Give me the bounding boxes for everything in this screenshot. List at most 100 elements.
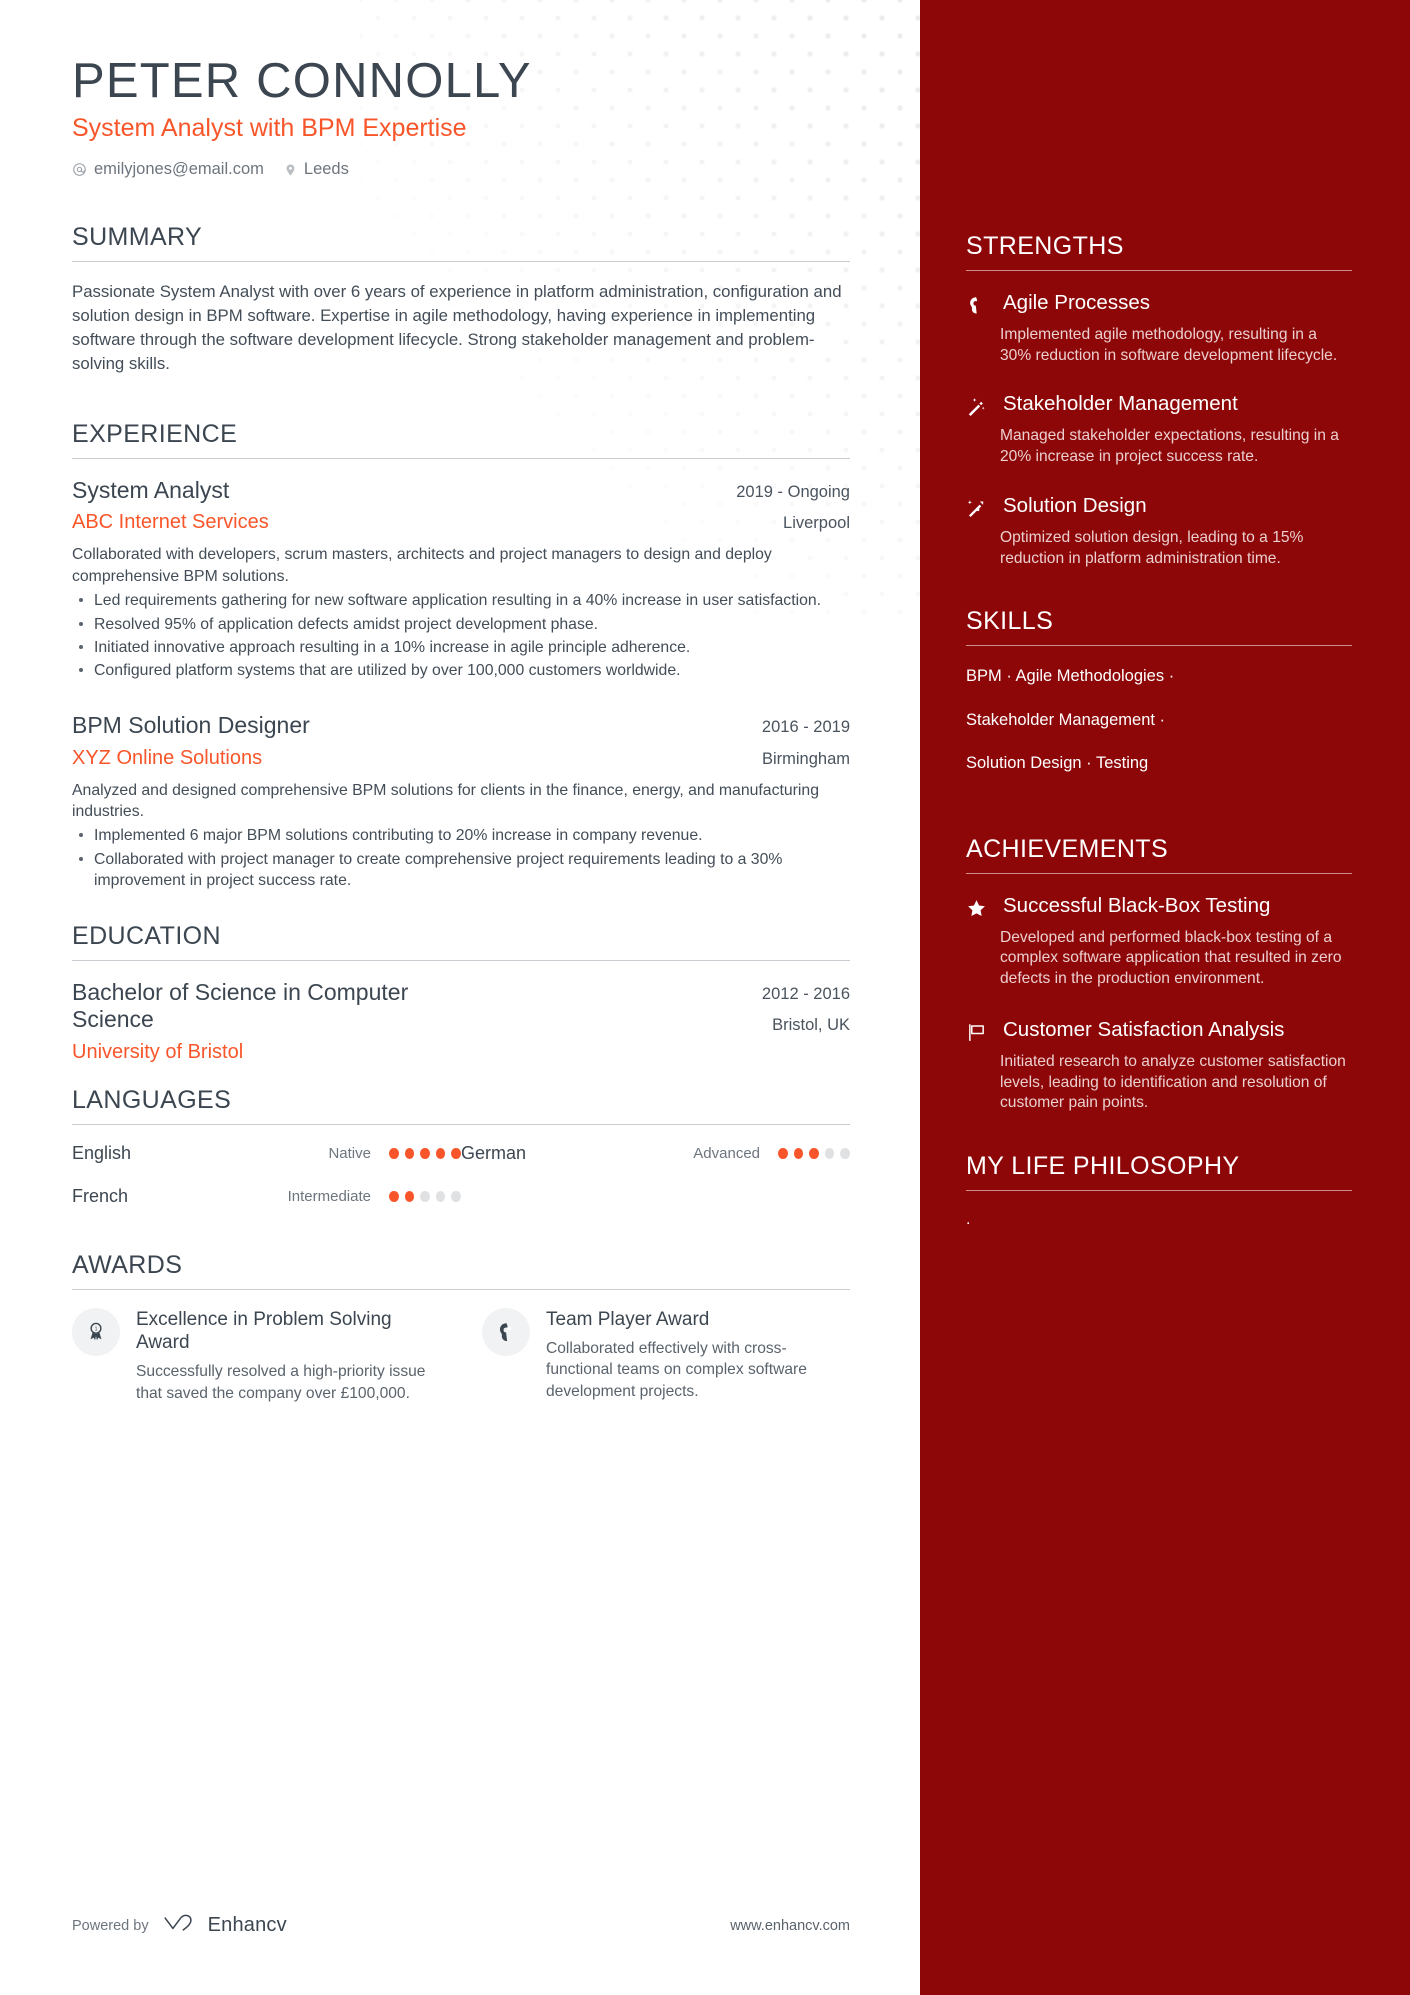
achievement-description: Initiated research to analyze customer s…	[1000, 1052, 1346, 1112]
skills-line: Stakeholder Management ·	[966, 710, 1166, 729]
education-degree: Bachelor of Science in Computer Science	[72, 978, 409, 1033]
philosophy-text: .	[966, 1211, 971, 1229]
page-title: PETER CONNOLLY	[72, 54, 532, 108]
languages-divider	[72, 1124, 850, 1126]
rating-dot	[420, 1191, 430, 1203]
language-level: Intermediate	[287, 1188, 371, 1206]
list-item: Led requirements gathering for new softw…	[79, 590, 850, 611]
list-item: Resolved 95% of application defects amid…	[79, 614, 850, 635]
section-languages: LANGUAGES English Native German Advanced	[72, 1086, 850, 1229]
footer-website[interactable]: www.enhancv.com	[730, 1918, 850, 1934]
education-divider	[72, 959, 850, 961]
at-icon	[72, 162, 87, 177]
experience-role: BPM Solution Designer	[72, 711, 310, 738]
skills-heading: SKILLS	[966, 607, 1054, 636]
magic-wand-icon	[966, 392, 990, 422]
achievements-heading: ACHIEVEMENTS	[966, 834, 1169, 863]
strengths-divider	[966, 270, 1352, 271]
language-name: German	[461, 1143, 527, 1164]
list-item: Initiated innovative approach resulting …	[79, 637, 850, 658]
experience-entry: System Analyst ABC Internet Services 201…	[72, 477, 850, 682]
rating-dot	[435, 1148, 446, 1160]
strength-title: Agile Processes	[1003, 291, 1150, 314]
brand-logo: Enhancv	[163, 1912, 287, 1939]
skills-line: BPM · Agile Methodologies ·	[966, 667, 1175, 686]
skills-line: Solution Design · Testing	[966, 754, 1149, 773]
strength-item: Stakeholder Management	[966, 392, 1352, 422]
skills-divider	[966, 645, 1352, 647]
language-name: English	[72, 1143, 132, 1164]
experience-location: Birmingham	[761, 749, 850, 768]
education-school: University of Bristol	[72, 1041, 244, 1064]
award-description: Successfully resolved a high-priority is…	[136, 1363, 426, 1402]
strength-item: Agile Processes	[966, 291, 1352, 321]
enhancv-logo-icon	[163, 1912, 199, 1939]
contact-email-text: emilyjones@email.com	[94, 160, 264, 179]
list-item: Implemented 6 major BPM solutions contri…	[79, 825, 850, 846]
language-rating	[778, 1148, 850, 1160]
rating-dot	[389, 1191, 399, 1203]
language-rating	[389, 1191, 461, 1203]
experience-company: ABC Internet Services	[72, 511, 269, 534]
head-idea-icon	[966, 291, 990, 321]
experience-role: System Analyst	[72, 476, 230, 503]
language-name: French	[72, 1186, 129, 1207]
contact-email[interactable]: emilyjones@email.com	[72, 160, 264, 179]
rating-dot	[404, 1148, 415, 1160]
experience-location: Liverpool	[783, 514, 850, 533]
language-rating	[389, 1148, 461, 1160]
education-heading: EDUCATION	[72, 921, 221, 950]
powered-by-block: Powered by Enhancv	[72, 1912, 287, 1939]
experience-company: XYZ Online Solutions	[72, 746, 263, 769]
rating-dot	[389, 1148, 399, 1160]
achievement-title: Customer Satisfaction Analysis	[1003, 1017, 1285, 1041]
section-skills: SKILLS BPM · Agile Methodologies · Stake…	[966, 607, 1352, 774]
section-strengths: STRENGTHS Agile Processes Implemented ag…	[966, 232, 1352, 569]
language-level: Native	[328, 1145, 371, 1163]
contact-row: emilyjones@email.com Leeds	[72, 160, 850, 179]
strength-description: Managed stakeholder expectations, result…	[1000, 427, 1339, 466]
achievements-divider	[966, 872, 1352, 874]
strength-title: Stakeholder Management	[1003, 392, 1238, 416]
philosophy-divider	[966, 1190, 1352, 1192]
powered-by-label: Powered by	[72, 1917, 149, 1934]
education-location: Bristol, UK	[772, 1016, 850, 1035]
rating-dot	[451, 1191, 461, 1203]
languages-heading: LANGUAGES	[72, 1086, 232, 1115]
achievement-description: Developed and performed black-box testin…	[1000, 928, 1342, 988]
section-achievements: ACHIEVEMENTS Successful Black-Box Testin…	[966, 835, 1352, 1114]
award-item: Team Player Award Collaborated effective…	[482, 1308, 850, 1404]
rating-dot	[435, 1191, 446, 1203]
section-philosophy: MY LIFE PHILOSOPHY .	[966, 1152, 1352, 1229]
summary-divider	[72, 261, 850, 263]
star-icon	[966, 894, 990, 924]
section-education: EDUCATION Bachelor of Science in Compute…	[72, 922, 850, 1064]
experience-bullets: Implemented 6 major BPM solutions contri…	[72, 825, 850, 891]
experience-bullets: Led requirements gathering for new softw…	[72, 590, 850, 682]
svg-text:1: 1	[95, 1327, 98, 1333]
rating-dot	[778, 1148, 788, 1160]
experience-dates: 2019 - Ongoing	[736, 482, 850, 501]
brand-name: Enhancv	[207, 1914, 287, 1936]
education-dates: 2012 - 2016	[761, 984, 850, 1003]
section-summary: SUMMARY Passionate System Analyst with o…	[72, 223, 850, 375]
footer: Powered by Enhancv www.enhancv.com	[72, 1912, 850, 1939]
awards-grid: 1 Excellence in Problem Solving Award Su…	[72, 1308, 850, 1404]
sidebar-column: STRENGTHS Agile Processes Implemented ag…	[920, 0, 1410, 1995]
contact-location[interactable]: Leeds	[284, 160, 349, 179]
award-item: 1 Excellence in Problem Solving Award Su…	[72, 1308, 440, 1404]
strength-description: Optimized solution design, leading to a …	[1000, 528, 1304, 567]
education-entry: Bachelor of Science in Computer Science …	[72, 979, 850, 1064]
summary-text: Passionate System Analyst with over 6 ye…	[72, 282, 842, 373]
award-description: Collaborated effectively with cross-func…	[546, 1340, 807, 1400]
rating-dot	[793, 1148, 804, 1160]
rating-dot	[809, 1148, 819, 1160]
list-item: German Advanced	[461, 1143, 850, 1164]
sparkle-arrow-icon	[966, 494, 990, 524]
list-item: English Native	[72, 1143, 461, 1164]
location-pin-icon	[284, 162, 297, 178]
awards-divider	[72, 1289, 850, 1291]
strengths-heading: STRENGTHS	[966, 232, 1124, 260]
list-item: Configured platform systems that are uti…	[79, 660, 850, 681]
rating-dot	[840, 1148, 850, 1160]
